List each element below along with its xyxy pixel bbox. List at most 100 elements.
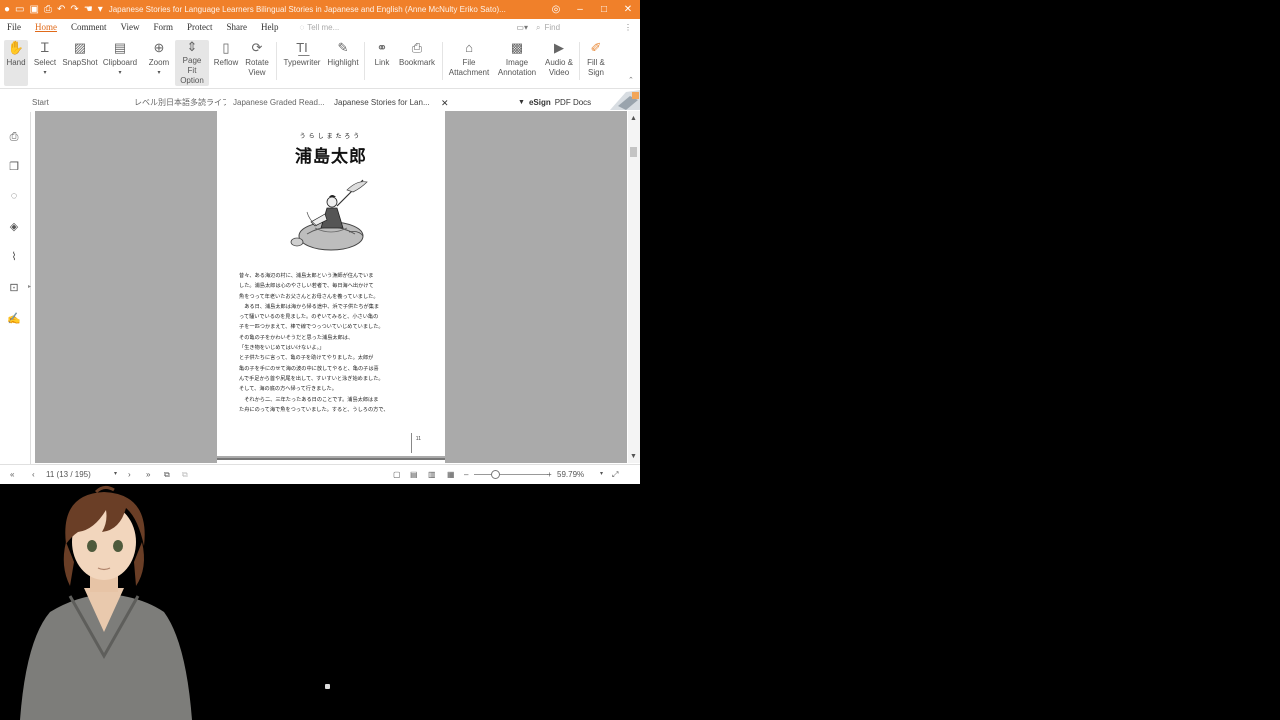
zoom-out-icon[interactable]: –: [464, 465, 468, 484]
link-icon: ⚭: [376, 40, 388, 55]
esign-promo[interactable]: ▼ eSign PDF Docs: [518, 96, 591, 110]
tell-me-search[interactable]: ◌ Tell me...: [300, 23, 340, 32]
tab-start[interactable]: Start: [32, 96, 122, 110]
page-fit-option-button[interactable]: ⇕ Page Fit Option: [175, 40, 209, 86]
continuous-page-icon[interactable]: ▤: [410, 465, 418, 484]
story-line: 魚をつって年老いたお父さんとお母さんを養っていました。: [239, 293, 379, 300]
menu-protect[interactable]: Protect: [180, 19, 220, 36]
maximize-button[interactable]: □: [592, 0, 616, 19]
fill-sign-button[interactable]: ✐ Fill & Sign: [583, 40, 609, 78]
attachments-panel-icon[interactable]: ⌇: [7, 249, 21, 263]
close-tab-icon[interactable]: ✕: [441, 96, 449, 110]
reflow-icon: ▯: [222, 40, 230, 55]
vertical-scrollbar[interactable]: ▲ ▼: [628, 111, 640, 463]
previous-view-icon[interactable]: ⧉: [164, 465, 170, 484]
minimize-button[interactable]: –: [568, 0, 592, 19]
next-view-icon[interactable]: ⧉: [182, 465, 188, 484]
zoom-level[interactable]: 59.79%: [557, 465, 584, 484]
file-attachment-button[interactable]: ⌂ File Attachment: [446, 40, 492, 78]
rotate-view-button[interactable]: ⟳ Rotate View: [242, 40, 272, 78]
reflow-button[interactable]: ▯ Reflow: [212, 40, 240, 68]
menu-form[interactable]: Form: [146, 19, 180, 36]
story-line: 昔々、ある海辺の村に、浦島太郎という漁師が住んでいま: [239, 273, 374, 279]
hand-button[interactable]: ✋ Hand: [4, 40, 28, 86]
typewriter-button[interactable]: T͟I Typewriter: [281, 40, 323, 68]
esign-suffix: PDF Docs: [554, 98, 592, 107]
story-line: それから二、三年たったある日のことです。浦島太郎はま: [239, 396, 379, 403]
audio-video-button[interactable]: ▶ Audio & Video: [543, 40, 575, 78]
tab-document-1[interactable]: レベル別日本語多読ライブ...: [134, 96, 226, 110]
single-page-icon[interactable]: ▢: [393, 465, 401, 484]
comments-panel-icon[interactable]: ◌: [7, 189, 21, 203]
security-panel-icon[interactable]: ⊡: [7, 280, 21, 294]
select-button[interactable]: Ꮖ Select ▾: [32, 40, 58, 78]
menu-share[interactable]: Share: [220, 19, 255, 36]
scroll-down-icon[interactable]: ▼: [630, 453, 637, 460]
story-line: と子供たちに言って、亀の子を助けてやりました。太郎が: [239, 355, 374, 362]
fullscreen-icon[interactable]: ⤢: [612, 465, 618, 484]
collapse-ribbon-icon[interactable]: ⌃: [628, 76, 634, 84]
expand-panel-icon[interactable]: ▸: [28, 283, 31, 290]
page-fit-icon: ⇕: [186, 39, 198, 54]
clipboard-button[interactable]: ▤ Clipboard ▾: [102, 40, 138, 78]
search-icon: ⌕: [536, 22, 541, 32]
image-annotation-button[interactable]: ▩ Image Annotation: [495, 40, 539, 78]
scroll-thumb[interactable]: [630, 147, 637, 157]
page-dropdown-icon[interactable]: ▾: [114, 465, 117, 484]
fill-sign-icon: ✐: [590, 40, 602, 55]
open-icon[interactable]: ▭: [15, 0, 24, 19]
bookmark-panel-icon[interactable]: ⎙: [7, 130, 21, 144]
zoom-slider-knob[interactable]: [490, 470, 500, 479]
vtuber-avatar: [20, 485, 192, 720]
pages-panel-icon[interactable]: ❐: [7, 159, 21, 173]
tab-document-3[interactable]: Japanese Stories for Lan...: [334, 96, 432, 110]
bookmark-button[interactable]: ⎙ Bookmark: [398, 40, 436, 68]
undo-icon[interactable]: ↶: [57, 0, 65, 19]
menu-view[interactable]: View: [114, 19, 147, 36]
highlight-button[interactable]: ✎ Highlight: [326, 40, 360, 68]
zoom-icon: ⊕: [153, 40, 165, 55]
facing-page-icon[interactable]: ▥: [428, 465, 436, 484]
link-button[interactable]: ⚭ Link: [370, 40, 394, 68]
print-icon[interactable]: ⎙: [44, 0, 52, 19]
story-line: って騒いでいるのを見ました。のぞいてみると、小さい亀の: [239, 314, 379, 321]
signature-panel-icon[interactable]: ✍: [7, 311, 21, 325]
zoom-slider[interactable]: [474, 474, 548, 475]
ribbon-separator: [364, 42, 365, 80]
dropdown-icon[interactable]: ▼: [518, 96, 525, 110]
zoom-dropdown-icon[interactable]: ▾: [600, 465, 603, 484]
first-page-icon[interactable]: «: [10, 465, 14, 484]
find-input[interactable]: ⌕ Find: [536, 23, 616, 33]
close-button[interactable]: ✕: [616, 0, 640, 19]
continuous-facing-icon[interactable]: ▦: [447, 465, 455, 484]
ribbon-display-icon[interactable]: ▭▾: [516, 23, 528, 32]
snapshot-button[interactable]: ▨ SnapShot: [61, 40, 99, 68]
menu-comment[interactable]: Comment: [64, 19, 114, 36]
menu-home[interactable]: Home: [28, 19, 64, 36]
rotate-icon: ⟳: [251, 40, 263, 55]
redo-icon[interactable]: ↷: [70, 0, 78, 19]
ribbon-separator: [579, 42, 580, 80]
tab-document-2[interactable]: Japanese Graded Read...: [233, 96, 327, 110]
zoom-in-icon[interactable]: +: [547, 465, 552, 484]
app-logo-icon: ●: [4, 4, 11, 15]
menu-help[interactable]: Help: [254, 19, 286, 36]
next-page-icon[interactable]: ›: [128, 465, 131, 484]
menu-file[interactable]: File: [0, 19, 28, 36]
hand-quick-icon[interactable]: ☚: [84, 0, 93, 19]
typewriter-icon: T͟I: [296, 40, 308, 55]
scroll-up-icon[interactable]: ▲: [630, 115, 637, 122]
save-icon[interactable]: ▣: [30, 0, 39, 19]
page-number: 11: [415, 436, 421, 442]
document-viewport[interactable]: うらしまたろう 浦島太郎 昔々、ある海辺の村に、浦島太郎という漁師が住んでいま …: [35, 111, 627, 465]
left-navigation-panel: ⎙ ❐ ◌ ◈ ⌇ ⊡ ✍ ▸: [0, 112, 31, 464]
story-line: 「生き物をいじめてはいけないよ。」: [239, 345, 325, 352]
last-page-icon[interactable]: »: [146, 465, 150, 484]
more-options-icon[interactable]: ⋮: [624, 23, 632, 32]
zoom-button[interactable]: ⊕ Zoom ▾: [146, 40, 172, 78]
layers-panel-icon[interactable]: ◈: [7, 219, 21, 233]
account-icon[interactable]: ◎: [544, 0, 568, 19]
snapshot-icon: ▨: [73, 40, 87, 55]
previous-page-icon[interactable]: ‹: [32, 465, 35, 484]
page-number-field[interactable]: 11 (13 / 195): [46, 465, 118, 484]
